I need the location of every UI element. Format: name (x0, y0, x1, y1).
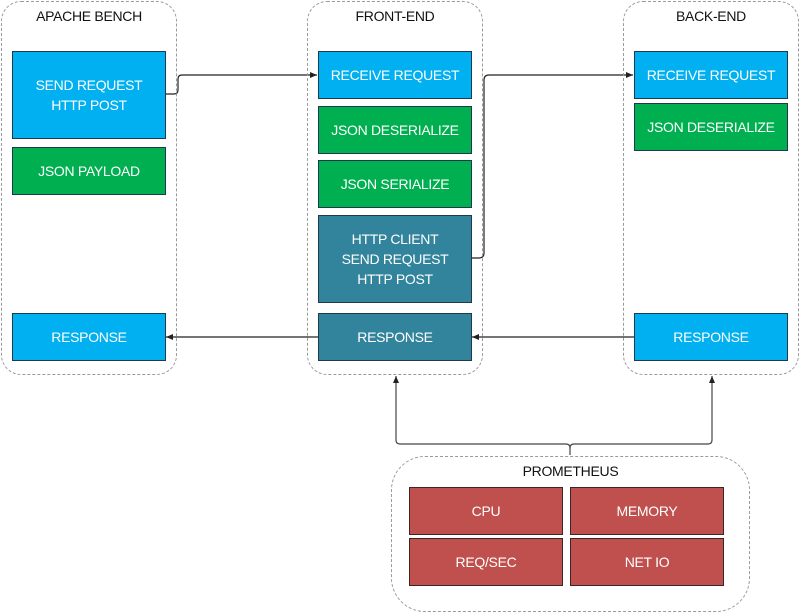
group-title-back-end: BACK-END (676, 8, 746, 24)
connector-prometheus-to-backend (569, 376, 715, 449)
back-end-response: RESPONSE (634, 313, 788, 361)
metric-net-io: NET IO (570, 538, 724, 586)
connector-prometheus-to-frontend (393, 376, 571, 455)
group-title-apache-bench: APACHE BENCH (36, 8, 142, 24)
apache-bench-json-payload: JSON PAYLOAD (12, 147, 166, 195)
group-title-prometheus: PROMETHEUS (522, 463, 619, 479)
front-end-http-client: HTTP CLIENT SEND REQUEST HTTP POST (318, 215, 472, 303)
metric-req-per-sec: REQ/SEC (409, 538, 563, 586)
group-title-front-end: FRONT-END (355, 8, 435, 24)
apache-bench-response: RESPONSE (12, 313, 166, 361)
back-end-json-deserialize: JSON DESERIALIZE (634, 103, 788, 151)
front-end-json-serialize: JSON SERIALIZE (318, 160, 472, 208)
apache-bench-send-request: SEND REQUEST HTTP POST (12, 51, 166, 139)
front-end-response: RESPONSE (318, 313, 472, 361)
metric-memory: MEMORY (570, 487, 724, 535)
connector-apache-to-frontend (166, 72, 317, 95)
back-end-receive-request: RECEIVE REQUEST (634, 51, 788, 99)
front-end-receive-request: RECEIVE REQUEST (318, 51, 472, 99)
metric-cpu: CPU (409, 487, 563, 535)
connector-frontend-to-backend (471, 72, 633, 259)
front-end-json-deserialize: JSON DESERIALIZE (318, 106, 472, 154)
